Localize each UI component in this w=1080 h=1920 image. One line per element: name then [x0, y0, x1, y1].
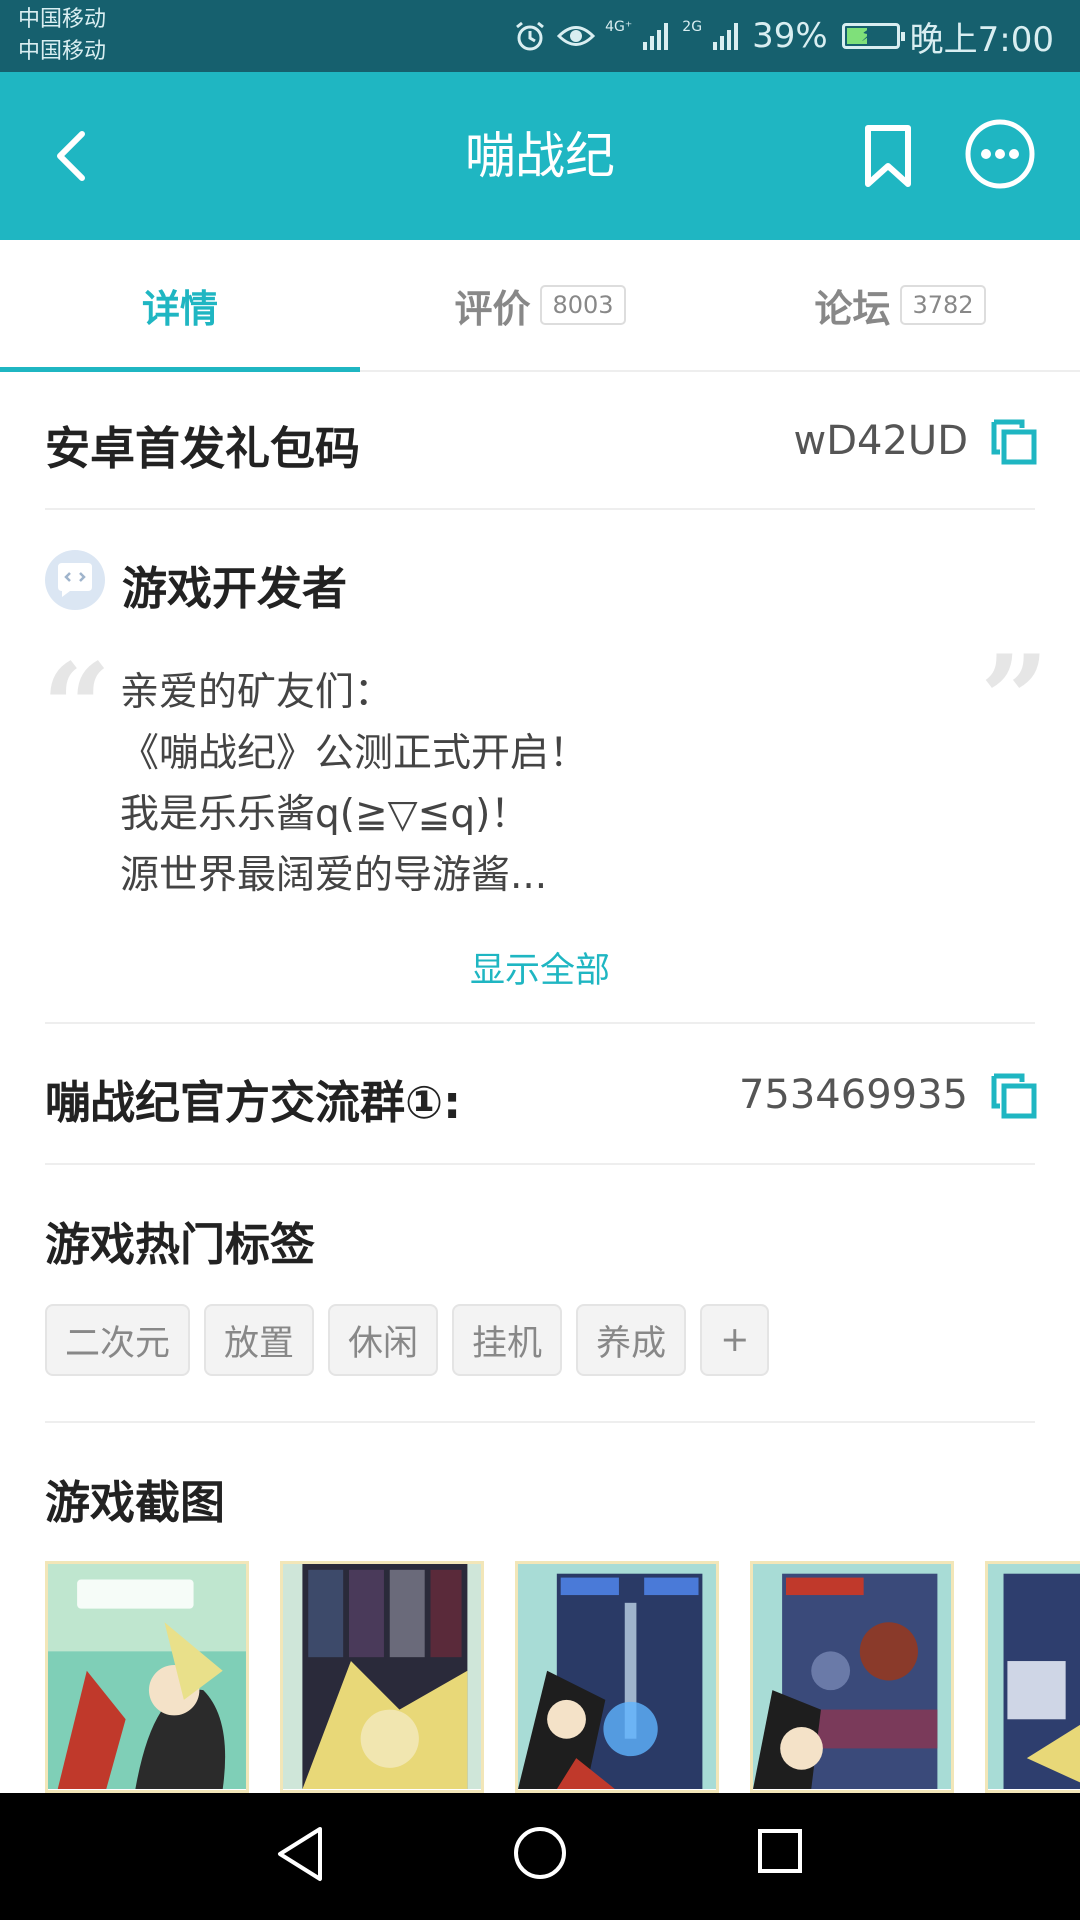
tab-label: 论坛 [814, 286, 891, 331]
more-icon[interactable] [962, 116, 1038, 192]
hot-tags-title: 游戏热门标签 [45, 1218, 316, 1271]
divider [45, 508, 1035, 510]
gift-code-value: wD42UD [793, 418, 969, 464]
status-bar: 中国移动 中国移动 4G⁺ 2G 39% ⚡ 晚上7:00 [0, 0, 1080, 72]
gift-code-title: 安卓首发礼包码 [45, 422, 361, 475]
group-number: 753469935 [738, 1072, 968, 1118]
app-bar: 嘣战纪 [0, 72, 1080, 240]
developer-avatar [45, 550, 105, 610]
copy-icon[interactable] [988, 1070, 1038, 1120]
add-tag-button[interactable]: + [700, 1304, 770, 1376]
tag-chip[interactable]: 放置 [204, 1304, 315, 1376]
divider [45, 1163, 1035, 1165]
screenshot-image [283, 1564, 481, 1790]
message-line: 亲爱的矿友们： [120, 670, 394, 715]
screenshot-image [518, 1564, 716, 1790]
network-type-1: 4G⁺ [605, 19, 633, 35]
tag-chip[interactable]: 养成 [576, 1304, 687, 1376]
eye-icon [557, 26, 596, 46]
clock: 晚上7:00 [909, 19, 1054, 60]
signal-icon [643, 23, 669, 50]
developer-section-title: 游戏开发者 [122, 562, 348, 615]
screenshots-title: 游戏截图 [45, 1476, 226, 1529]
tab-reviews[interactable]: 评价 8003 [360, 240, 720, 370]
carrier-1: 中国移动 [18, 7, 107, 32]
tag-list: 二次元 放置 休闲 挂机 养成 + [45, 1304, 770, 1376]
developer-message: 亲爱的矿友们： 《嘣战纪》公测正式开启！ 我是乐乐酱q(≧▽≦q)！ 源世界最阔… [120, 662, 960, 906]
tab-bar: 详情 评价 8003 论坛 3782 [0, 240, 1080, 372]
nav-back-icon[interactable] [272, 1823, 330, 1885]
screenshot-thumbnail[interactable] [985, 1561, 1080, 1793]
tag-chip[interactable]: 二次元 [45, 1304, 191, 1376]
open-quote-icon: “ [42, 637, 112, 778]
screenshot-thumbnail[interactable] [45, 1561, 249, 1793]
carrier-2: 中国移动 [18, 39, 107, 64]
alarm-icon [516, 21, 545, 51]
status-indicators: 4G⁺ 2G 39% ⚡ 晚上7:00 [513, 0, 1054, 72]
nav-recent-apps-icon[interactable] [756, 1827, 804, 1875]
message-line: 我是乐乐酱q(≧▽≦q)！ [120, 792, 530, 837]
screenshot-image [988, 1564, 1080, 1790]
show-all-link[interactable]: 显示全部 [0, 942, 1080, 993]
tab-label: 详情 [141, 286, 218, 331]
chat-bubble-icon [58, 563, 92, 597]
group-title: 嘣战纪官方交流群①: [45, 1076, 462, 1129]
nav-home-icon[interactable] [512, 1825, 568, 1881]
review-count-badge: 8003 [540, 285, 626, 325]
battery-percent: 39% [752, 16, 828, 56]
message-line: 源世界最阔爱的导游酱... [120, 853, 548, 898]
network-type-2: 2G [682, 19, 703, 35]
screenshot-thumbnail[interactable] [280, 1561, 484, 1793]
system-nav-bar [0, 1793, 1080, 1920]
tab-label: 评价 [454, 286, 531, 331]
close-quote-icon: ” [980, 629, 1050, 770]
forum-count-badge: 3782 [900, 285, 986, 325]
copy-icon[interactable] [988, 416, 1038, 466]
tab-details[interactable]: 详情 [0, 240, 360, 372]
tag-chip[interactable]: 挂机 [452, 1304, 563, 1376]
tab-forum[interactable]: 论坛 3782 [720, 240, 1080, 370]
message-line: 《嘣战纪》公测正式开启！ [120, 731, 589, 776]
battery-icon: ⚡ [841, 22, 905, 49]
screenshot-thumbnail[interactable] [750, 1561, 954, 1793]
divider [45, 1421, 1035, 1423]
divider [45, 1022, 1035, 1024]
screenshot-thumbnail[interactable] [515, 1561, 719, 1793]
signal-icon [713, 23, 739, 50]
tag-chip[interactable]: 休闲 [328, 1304, 439, 1376]
screenshot-gallery[interactable] [45, 1561, 1080, 1793]
bookmark-icon[interactable] [852, 120, 924, 192]
screenshot-image [753, 1564, 951, 1790]
screenshot-image [48, 1564, 246, 1790]
